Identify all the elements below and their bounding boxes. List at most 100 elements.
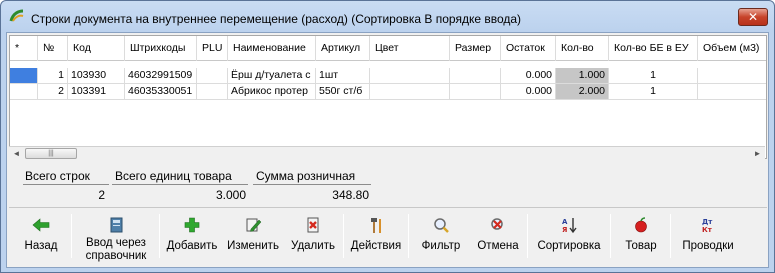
product-label: Товар	[625, 240, 657, 252]
col-header-marker[interactable]: *	[10, 36, 38, 61]
divider	[112, 184, 248, 185]
col-header-name[interactable]: Наименование	[228, 36, 316, 61]
cell-volume[interactable]	[698, 84, 766, 100]
cell-num[interactable]: 2	[38, 84, 68, 100]
postings-label: Проводки	[682, 240, 734, 252]
svg-text:A: A	[562, 218, 568, 226]
table-row[interactable]: 2 103391 46035330051 Абрикос протер 550г…	[10, 84, 766, 100]
plus-icon	[184, 217, 200, 233]
add-label: Добавить	[166, 240, 218, 252]
col-header-size[interactable]: Размер	[450, 36, 501, 61]
client-area: * № Код Штрихкоды PLU Наименование Артик…	[6, 32, 769, 268]
window-title: Строки документа на внутреннее перемещен…	[31, 12, 522, 26]
book-icon	[110, 217, 123, 233]
toolbar-separator	[527, 214, 528, 258]
cell-rest[interactable]: 0.000	[501, 84, 556, 100]
app-icon	[9, 9, 24, 22]
add-button[interactable]: Добавить	[163, 212, 221, 264]
col-header-barcodes[interactable]: Штрихкоды	[125, 36, 197, 61]
total-sum-label: Сумма розничная	[256, 169, 356, 183]
col-header-rest[interactable]: Остаток	[501, 36, 556, 61]
total-rows-value: 2	[98, 188, 105, 202]
cell-num[interactable]: 1	[38, 68, 68, 84]
col-header-num[interactable]: №	[38, 36, 68, 61]
toolbar-separator	[670, 214, 671, 258]
cell-color[interactable]	[370, 84, 450, 100]
edit-label: Изменить	[227, 240, 279, 252]
col-header-qty-be[interactable]: Кол-во БЕ в ЕУ	[609, 36, 698, 61]
divider	[23, 184, 109, 185]
back-label: Назад	[24, 240, 58, 252]
delete-document-icon	[307, 217, 319, 233]
cell-rest[interactable]: 0.000	[501, 68, 556, 84]
total-rows-label: Всего строк	[25, 169, 90, 183]
filter-label: Фильтр	[421, 240, 461, 252]
cell-color[interactable]	[370, 68, 450, 84]
cell-size[interactable]	[450, 84, 501, 100]
table-row[interactable]: 1 103930 46032991509 Ёрш д/туалета с 1шт…	[10, 68, 766, 84]
row-indicator[interactable]	[10, 68, 38, 84]
scroll-thumb[interactable]: |||	[25, 148, 77, 159]
col-header-article[interactable]: Артикул	[316, 36, 370, 61]
cell-code[interactable]: 103930	[68, 68, 125, 84]
filter-button[interactable]: Фильтр	[412, 212, 470, 264]
delete-label: Удалить	[291, 240, 335, 252]
actions-button[interactable]: Действия	[346, 212, 406, 264]
cell-qty[interactable]: 1.000	[556, 68, 609, 84]
cell-size[interactable]	[450, 68, 501, 84]
col-header-code[interactable]: Код	[68, 36, 125, 61]
edit-button[interactable]: Изменить	[223, 212, 283, 264]
cell-qty-be[interactable]: 1	[609, 84, 698, 100]
toolbar-separator	[159, 214, 160, 258]
actions-label: Действия	[350, 240, 402, 252]
product-button[interactable]: Товар	[615, 212, 667, 264]
cell-plu[interactable]	[197, 68, 228, 84]
scroll-right-arrow[interactable]: ►	[751, 148, 764, 159]
cell-plu[interactable]	[197, 84, 228, 100]
sort-button[interactable]: A Я Сортировка	[531, 212, 607, 264]
cell-code[interactable]: 103391	[68, 84, 125, 100]
divider	[253, 184, 371, 185]
row-indicator[interactable]	[10, 84, 38, 100]
apple-icon	[635, 217, 647, 233]
cancel-label: Отмена	[477, 240, 519, 252]
cell-name[interactable]: Ёрш д/туалета с	[228, 68, 316, 84]
cell-volume[interactable]	[698, 68, 766, 84]
toolbar: Назад Ввод через справочник Добавить Изм…	[9, 207, 767, 265]
cancel-filter-icon	[491, 218, 503, 230]
sort-label: Сортировка	[537, 240, 601, 252]
filter-search-icon	[434, 218, 449, 233]
title-bar[interactable]: Строки документа на внутреннее перемещен…	[1, 1, 774, 29]
sort-az-icon: A Я	[562, 218, 577, 234]
window: Строки документа на внутреннее перемещен…	[0, 0, 775, 273]
lookup-label-line2: справочник	[85, 250, 147, 262]
col-header-qty[interactable]: Кол-во	[556, 36, 609, 61]
close-button[interactable]: ✕	[738, 8, 768, 26]
toolbar-separator	[71, 214, 72, 258]
lookup-button[interactable]: Ввод через справочник	[75, 212, 157, 264]
total-units-label: Всего единиц товара	[115, 169, 232, 183]
back-button[interactable]: Назад	[13, 212, 69, 264]
cell-article[interactable]: 550г ст/б	[316, 84, 370, 100]
toolbar-separator	[408, 214, 409, 258]
arrow-left-icon	[32, 218, 50, 232]
cancel-button[interactable]: Отмена	[472, 212, 524, 264]
svg-text:Я: Я	[562, 226, 567, 234]
postings-button[interactable]: Дт Кт Проводки	[674, 212, 742, 264]
col-header-volume[interactable]: Объем (м3)	[698, 36, 766, 61]
cell-name[interactable]: Абрикос протер	[228, 84, 316, 100]
cell-barcode[interactable]: 46035330051	[125, 84, 197, 100]
cell-article[interactable]: 1шт	[316, 68, 370, 84]
horizontal-scrollbar[interactable]: ◄ ||| ►	[9, 146, 765, 159]
toolbar-separator	[610, 214, 611, 258]
svg-text:Кт: Кт	[702, 226, 713, 234]
col-header-color[interactable]: Цвет	[370, 36, 450, 61]
scroll-left-arrow[interactable]: ◄	[10, 148, 23, 159]
cell-qty-be[interactable]: 1	[609, 68, 698, 84]
cell-qty[interactable]: 2.000	[556, 84, 609, 100]
col-header-plu[interactable]: PLU	[197, 36, 228, 61]
cell-barcode[interactable]: 46032991509	[125, 68, 197, 84]
toolbar-separator	[343, 214, 344, 258]
delete-button[interactable]: Удалить	[285, 212, 341, 264]
lines-grid[interactable]: * № Код Штрихкоды PLU Наименование Артик…	[9, 35, 767, 159]
